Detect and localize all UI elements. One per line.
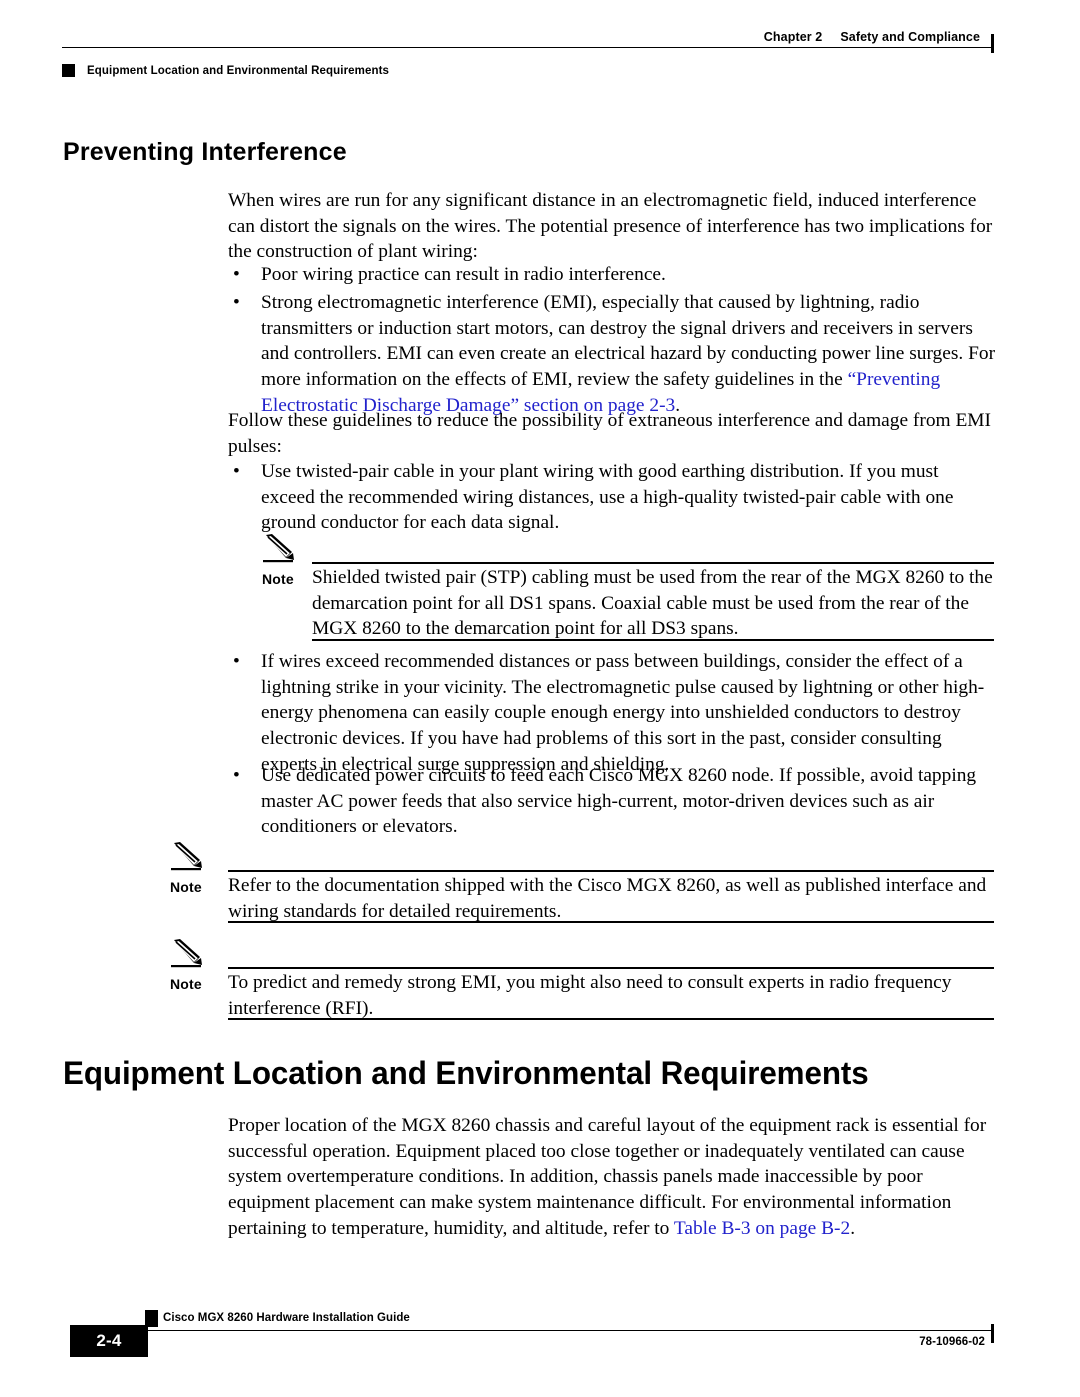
- pencil-icon: [170, 938, 212, 968]
- paragraph-interference-intro: When wires are run for any significant d…: [228, 190, 993, 263]
- note-top-divider: [228, 870, 994, 872]
- page-header: Chapter 2 Safety and Compliance Equipment…: [62, 30, 994, 77]
- footer-divider: [145, 1330, 994, 1331]
- list-item-text: Use twisted-pair cable in your plant wir…: [261, 461, 954, 534]
- note-label: Note: [170, 879, 202, 895]
- note-label: Note: [170, 976, 202, 992]
- list-item: • Use twisted-pair cable in your plant w…: [228, 459, 996, 536]
- bullet-marker: •: [233, 264, 240, 285]
- header-section-line: Equipment Location and Environmental Req…: [62, 64, 389, 77]
- bullet-marker: •: [233, 765, 240, 786]
- pencil-icon: [170, 841, 212, 871]
- pencil-icon: [262, 533, 304, 563]
- paragraph-tail: .: [850, 1217, 856, 1239]
- heading-preventing-interference: Preventing Interference: [63, 138, 347, 166]
- footer-guide-title: Cisco MGX 8260 Hardware Installation Gui…: [163, 1312, 410, 1324]
- list-item: • Strong electromagnetic interference (E…: [228, 290, 996, 419]
- bullet-marker: •: [233, 292, 240, 313]
- list-item-text: Poor wiring practice can result in radio…: [261, 264, 666, 285]
- list-item: • Use dedicated power circuits to feed e…: [228, 763, 996, 840]
- running-head-title: Safety and Compliance: [840, 30, 980, 44]
- footer-edge-tick: [991, 1324, 994, 1343]
- note-block: Note Refer to the documentation shipped …: [170, 841, 994, 923]
- note-bottom-divider: [228, 1018, 994, 1020]
- bullet-marker: •: [233, 461, 240, 482]
- note-bottom-divider: [228, 921, 994, 923]
- cross-reference-link-table-b3[interactable]: Table B-3 on page B-2: [674, 1218, 850, 1239]
- paragraph-lead: Proper location of the MGX 8260 chassis …: [228, 1115, 987, 1239]
- paragraph-equipment-location: Proper location of the MGX 8260 chassis …: [228, 1113, 996, 1242]
- list-item-text: If wires exceed recommended distances or…: [261, 651, 985, 775]
- note-label: Note: [262, 571, 294, 587]
- header-divider: [62, 47, 994, 48]
- note-top-divider: [228, 967, 994, 969]
- paragraph-guidelines-intro: Follow these guidelines to reduce the po…: [228, 410, 992, 457]
- page-number: 2-4: [96, 1331, 122, 1350]
- running-head: Chapter 2 Safety and Compliance: [62, 30, 994, 45]
- note-bottom-divider: [312, 639, 994, 641]
- header-rule-group: Equipment Location and Environmental Req…: [62, 34, 994, 77]
- note-text: To predict and remedy strong EMI, you mi…: [228, 972, 952, 1019]
- note-top-divider: [312, 562, 994, 564]
- note-text: Refer to the documentation shipped with …: [228, 875, 987, 922]
- page-footer: Cisco MGX 8260 Hardware Installation Gui…: [0, 1300, 1080, 1380]
- running-head-chapter: Chapter 2: [763, 30, 823, 44]
- list-item-text: Strong electromagnetic interference (EMI…: [261, 290, 996, 419]
- list-item: • If wires exceed recommended distances …: [228, 649, 996, 778]
- note-block: Note To predict and remedy strong EMI, y…: [170, 938, 994, 1020]
- header-edge-tick: [991, 34, 994, 53]
- heading-equipment-location: Equipment Location and Environmental Req…: [63, 1055, 869, 1091]
- header-section-title: Equipment Location and Environmental Req…: [87, 64, 390, 77]
- list-item: • Poor wiring practice can result in rad…: [228, 262, 996, 288]
- note-block: Note Shielded twisted pair (STP) cabling…: [262, 533, 994, 641]
- square-bullet-icon: [62, 64, 75, 77]
- note-text: Shielded twisted pair (STP) cabling must…: [312, 567, 993, 640]
- bullet-marker: •: [233, 651, 240, 672]
- list-item-text: Use dedicated power circuits to feed eac…: [261, 765, 977, 838]
- document-page: Chapter 2 Safety and Compliance Equipment…: [0, 0, 1080, 1397]
- document-number: 78-10966-02: [919, 1336, 985, 1348]
